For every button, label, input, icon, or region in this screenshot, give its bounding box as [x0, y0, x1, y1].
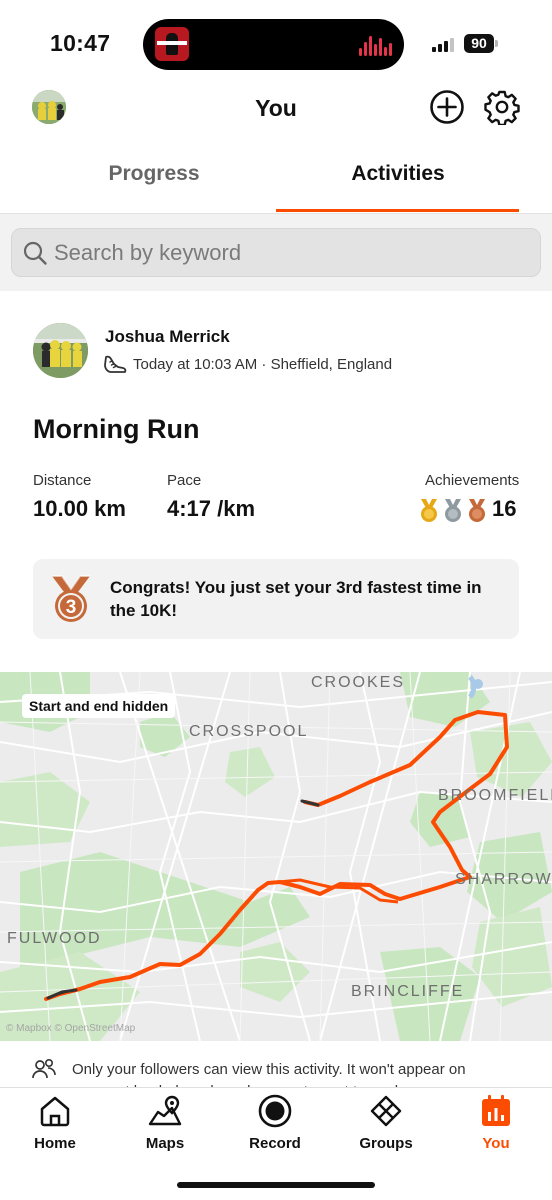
- activity-meta: Today at 10:03 AM · Sheffield, England: [133, 356, 393, 373]
- tab-activities[interactable]: Activities: [260, 162, 536, 186]
- audio-waveform-icon: [359, 34, 393, 56]
- nav-maps[interactable]: Maps: [110, 1088, 220, 1163]
- congrats-message: Congrats! You just set your 3rd fastest …: [110, 578, 482, 620]
- battery-icon: 90: [464, 34, 494, 53]
- nav-home-label: Home: [34, 1135, 76, 1152]
- achievements-label: Achievements: [425, 472, 520, 489]
- record-icon: [258, 1094, 292, 1128]
- nav-home[interactable]: Home: [0, 1088, 110, 1163]
- profile-tabs: Progress Activities: [0, 150, 552, 214]
- dynamic-island[interactable]: [143, 19, 404, 70]
- bronze-medal-icon: [469, 499, 485, 522]
- nav-maps-label: Maps: [145, 1135, 185, 1152]
- search-area: [0, 214, 552, 291]
- activity-map[interactable]: Start and end hidden CROOKES CROSSPOOL B…: [0, 672, 552, 1041]
- silver-medal-icon: [445, 499, 461, 522]
- nav-record-label: Record: [249, 1135, 301, 1152]
- now-playing-artwork: [155, 27, 189, 61]
- achievements-count: 16: [492, 496, 517, 521]
- nav-you-label: You: [482, 1135, 510, 1152]
- start-end-hidden-badge: Start and end hidden: [22, 694, 176, 718]
- you-icon: [482, 1095, 510, 1126]
- home-indicator[interactable]: [177, 1182, 375, 1188]
- groups-icon: [370, 1095, 402, 1127]
- map-label-crookes: CROOKES: [311, 674, 406, 691]
- distance-value: 10.00 km: [33, 496, 126, 521]
- achievement-banner[interactable]: 3 Congrats! You just set your 3rd fastes…: [33, 559, 519, 639]
- add-icon[interactable]: [429, 89, 465, 125]
- battery-cap: [495, 40, 498, 47]
- athlete-avatar[interactable]: [33, 323, 88, 378]
- pace-label: Pace: [167, 472, 202, 489]
- achievement-medals: [418, 498, 490, 524]
- tab-progress[interactable]: Progress: [16, 162, 292, 186]
- pace-value: 4:17 /km: [167, 496, 256, 521]
- map-label-fulwood: FULWOOD: [7, 930, 102, 947]
- map-attribution[interactable]: © Mapbox © OpenStreetMap: [6, 1023, 135, 1034]
- home-icon: [40, 1096, 70, 1127]
- active-tab-indicator: [276, 209, 519, 212]
- bronze-rank-medal-icon: 3: [52, 575, 90, 622]
- status-bar: 10:47 90: [0, 0, 552, 88]
- nav-groups[interactable]: Groups: [331, 1088, 441, 1163]
- followers-icon: [32, 1058, 56, 1079]
- search-input[interactable]: [54, 237, 524, 269]
- svg-text:3: 3: [66, 597, 77, 618]
- search-box[interactable]: [11, 228, 541, 277]
- map-label-brincliffe: BRINCLIFFE: [351, 983, 465, 1000]
- map-label-sharrow: SHARROW: [455, 871, 552, 888]
- nav-record[interactable]: Record: [220, 1088, 330, 1163]
- distance-label: Distance: [33, 472, 92, 489]
- gold-medal-icon: [421, 499, 437, 522]
- privacy-notice: Only your followers can view this activi…: [72, 1061, 466, 1087]
- map-label-crosspool: CROSSPOOL: [189, 723, 309, 740]
- nav-groups-label: Groups: [359, 1135, 413, 1152]
- cellular-signal-icon: [432, 38, 456, 52]
- page-title: You: [255, 95, 297, 121]
- search-icon: [23, 241, 47, 265]
- nav-you[interactable]: You: [441, 1088, 551, 1163]
- athlete-name[interactable]: Joshua Merrick: [105, 327, 230, 347]
- map-label-broomfield: BROOMFIELD: [438, 787, 552, 804]
- status-time: 10:47: [50, 30, 111, 56]
- running-shoe-icon: [104, 355, 127, 373]
- settings-gear-icon[interactable]: [484, 89, 520, 125]
- activity-title[interactable]: Morning Run: [33, 414, 199, 445]
- maps-icon: [148, 1095, 182, 1126]
